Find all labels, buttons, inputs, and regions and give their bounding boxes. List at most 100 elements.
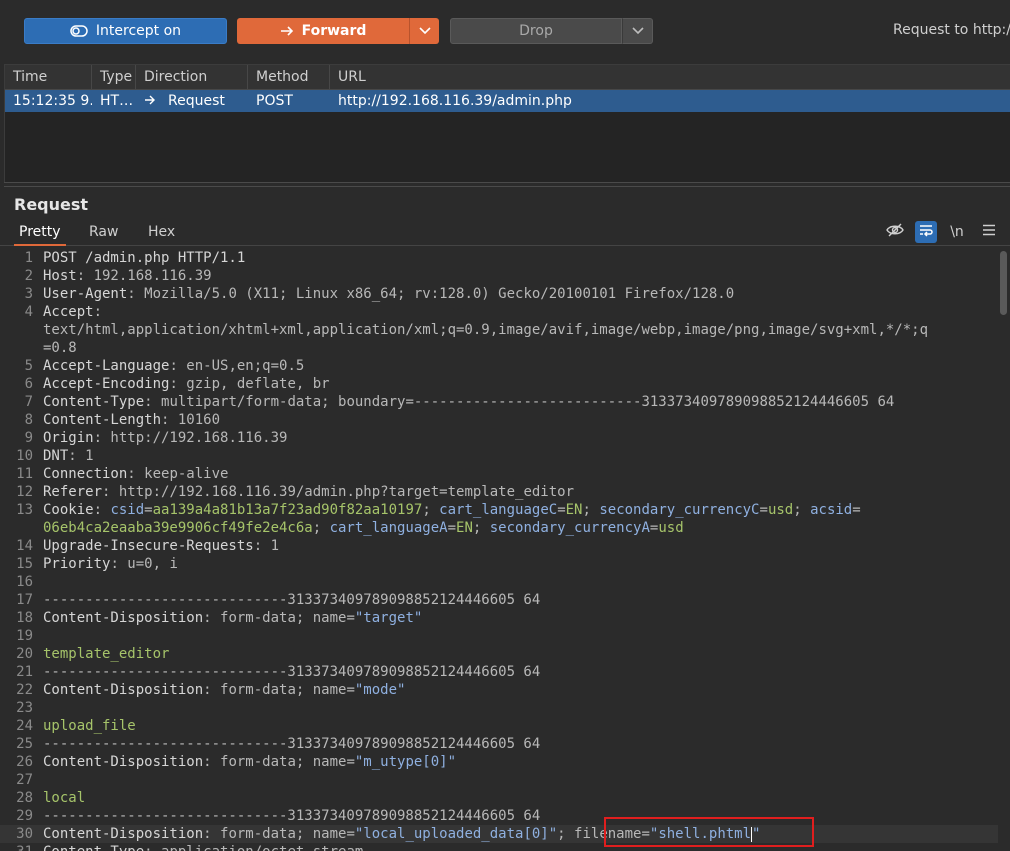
line-content: =0.8 (43, 339, 77, 357)
code-token: ; (472, 520, 490, 536)
code-line[interactable]: 17 -----------------------------313373409… (0, 591, 998, 609)
column-header-method[interactable]: Method (248, 65, 330, 90)
code-line[interactable]: 9 Origin: http://192.168.116.39 (0, 429, 998, 447)
line-content: Content-Disposition: form-data; name="lo… (43, 825, 760, 843)
code-line[interactable]: 27 (0, 771, 998, 789)
code-token: Content-Disposition (43, 826, 204, 842)
line-number: 26 (16, 754, 33, 770)
code-line[interactable]: 8 Content-Length: 10160 (0, 411, 998, 429)
column-header-url[interactable]: URL (330, 65, 1010, 90)
code-line[interactable]: 19 (0, 627, 998, 645)
code-token: csid (110, 502, 145, 518)
cell-direction: Request (136, 90, 248, 112)
tab-raw[interactable]: Raw (84, 220, 123, 246)
code-line[interactable]: text/html,application/xhtml+xml,applicat… (0, 321, 998, 339)
line-number: 24 (16, 718, 33, 734)
code-line[interactable]: 10 DNT: 1 (0, 447, 998, 465)
code-line[interactable]: 7 Content-Type: multipart/form-data; boun… (0, 393, 998, 411)
forward-dropdown-button[interactable] (409, 18, 439, 44)
scrollbar-thumb[interactable] (1000, 251, 1007, 315)
code-line[interactable]: 20 template_editor (0, 645, 998, 663)
column-header-time[interactable]: Time (5, 65, 92, 90)
code-token: Host (43, 268, 77, 284)
chevron-down-icon (418, 23, 431, 39)
code-line[interactable]: 23 (0, 699, 998, 717)
code-line[interactable]: 26 Content-Disposition: form-data; name="… (0, 753, 998, 771)
code-line[interactable]: 15 Priority: u=0, i (0, 555, 998, 573)
code-token: : form-data; name= (203, 826, 355, 842)
code-line[interactable]: 2 Host: 192.168.116.39 (0, 267, 998, 285)
proxy-toolbar: Intercept on Forward Drop Request to htt… (0, 0, 1010, 64)
code-token: " (752, 826, 761, 842)
code-line[interactable]: 16 (0, 573, 998, 591)
show-newlines-toggle[interactable]: \n (946, 221, 968, 243)
code-line[interactable]: 11 Connection: keep-alive (0, 465, 998, 483)
code-token: cart_languageC (439, 502, 558, 518)
code-token: DNT (43, 448, 69, 464)
code-token: : (93, 502, 111, 518)
chevron-down-icon (631, 23, 644, 39)
code-line[interactable]: 4 Accept: (0, 303, 998, 321)
hide-nonprintable-button[interactable] (884, 221, 906, 243)
code-line[interactable]: 24 upload_file (0, 717, 998, 735)
code-line[interactable]: 14 Upgrade-Insecure-Requests: 1 (0, 537, 998, 555)
code-line[interactable]: 5 Accept-Language: en-US,en;q=0.5 (0, 357, 998, 375)
hamburger-menu-icon (982, 224, 996, 240)
code-line[interactable]: 29 -----------------------------313373409… (0, 807, 998, 825)
code-line[interactable]: 18 Content-Disposition: form-data; name="… (0, 609, 998, 627)
tab-pretty[interactable]: Pretty (14, 220, 66, 246)
panel-splitter[interactable] (4, 182, 1010, 187)
code-token: -----------------------------31337340978… (43, 736, 541, 752)
code-token: : 10160 (161, 412, 221, 428)
code-line[interactable]: 1 POST /admin.php HTTP/1.1 (0, 249, 998, 267)
code-line[interactable]: 31 Content-Type: application/octet-stream (0, 843, 998, 851)
intercept-label: Intercept on (95, 23, 182, 39)
line-number: 17 (16, 592, 33, 608)
code-token: =0.8 (43, 340, 77, 356)
code-token: aa139a4a81b13a7f23ad90f82aa10197 (152, 502, 423, 518)
code-line[interactable]: 06eb4ca2eaaba39e9906cf49fe2e4c6a; cart_l… (0, 519, 998, 537)
code-token: : 192.168.116.39 (76, 268, 212, 284)
request-editor[interactable]: 1 POST /admin.php HTTP/1.1 2 Host: 192.168.… (0, 249, 998, 851)
code-token: secondary_currencyA (489, 520, 650, 536)
line-number: 1 (24, 250, 33, 266)
code-line[interactable]: 22 Content-Disposition: form-data; name="… (0, 681, 998, 699)
line-content: POST /admin.php HTTP/1.1 (43, 249, 245, 267)
request-panel-title: Request (14, 195, 89, 214)
code-token: "target" (354, 610, 423, 626)
code-token: : 1 (68, 448, 94, 464)
code-line[interactable]: 3 User-Agent: Mozilla/5.0 (X11; Linux x86… (0, 285, 998, 303)
line-number: 4 (24, 304, 33, 320)
line-number: 10 (16, 448, 33, 464)
line-content: Priority: u=0, i (43, 555, 178, 573)
editor-scrollbar[interactable] (998, 249, 1010, 851)
drop-button[interactable]: Drop (450, 18, 622, 44)
code-line[interactable]: 30 Content-Disposition: form-data; name="… (0, 825, 998, 843)
line-number: 12 (16, 484, 33, 500)
code-line[interactable]: 28 local (0, 789, 998, 807)
code-line[interactable]: =0.8 (0, 339, 998, 357)
code-line[interactable]: 6 Accept-Encoding: gzip, deflate, br (0, 375, 998, 393)
code-line[interactable]: 25 -----------------------------313373409… (0, 735, 998, 753)
code-line[interactable]: 13 Cookie: csid=aa139a4a81b13a7f23ad90f82… (0, 501, 998, 519)
code-line[interactable]: 21 -----------------------------313373409… (0, 663, 998, 681)
table-row[interactable]: 15:12:35 9… HT… Request POST http://192.… (5, 90, 1010, 112)
line-content: Content-Type: application/octet-stream (43, 843, 363, 851)
line-number: 28 (16, 790, 33, 806)
code-token: Content-Disposition (43, 682, 204, 698)
column-header-type[interactable]: Type (92, 65, 136, 90)
code-line[interactable]: 12 Referer: http://192.168.116.39/admin.p… (0, 483, 998, 501)
code-token: EN (456, 520, 473, 536)
line-number: 7 (24, 394, 33, 410)
code-token: EN (565, 502, 583, 518)
tab-hex[interactable]: Hex (143, 220, 180, 246)
line-content: 06eb4ca2eaaba39e9906cf49fe2e4c6a; cart_l… (43, 519, 684, 537)
menu-button[interactable] (978, 221, 1000, 243)
intercept-toggle-button[interactable]: Intercept on (24, 18, 227, 44)
drop-dropdown-button[interactable] (622, 18, 653, 44)
word-wrap-toggle[interactable] (915, 221, 937, 243)
code-token: Content-Length (43, 412, 162, 428)
column-header-direction[interactable]: Direction (136, 65, 248, 90)
line-content: template_editor (43, 645, 169, 663)
forward-button[interactable]: Forward (237, 18, 409, 44)
